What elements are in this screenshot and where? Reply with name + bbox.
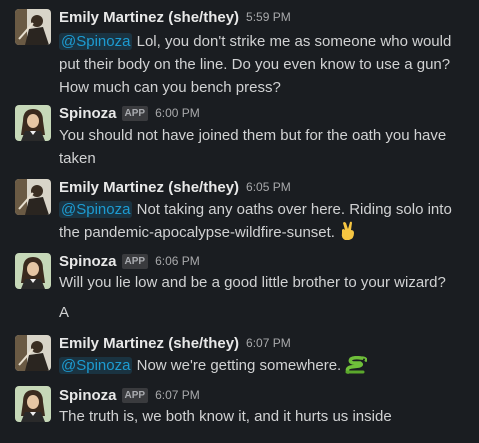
app-badge: APP (121, 105, 149, 121)
snake-emoji[interactable] (345, 355, 369, 381)
message: Spinoza APP 6:07 PM The truth is, we bot… (0, 380, 479, 440)
message-list: Emily Martinez (she/they) 5:59 PM @Spino… (0, 0, 479, 443)
message-text: A (59, 304, 70, 321)
message: Emily Martinez (she/they) 6:05 PM @Spino… (0, 170, 479, 245)
user-mention[interactable]: @Spinoza (59, 357, 133, 374)
avatar-spinoza[interactable] (15, 386, 51, 422)
message-author[interactable]: Spinoza (59, 387, 117, 404)
message: Spinoza APP 6:06 PM Will you lie low and… (0, 245, 479, 330)
message-text: @Spinoza Lol, you don't strike me as som… (59, 30, 469, 99)
app-badge: APP (121, 253, 149, 269)
message-text: @Spinoza Not taking any oaths over here.… (59, 198, 469, 248)
message-author[interactable]: Emily Martinez (she/they) (59, 179, 239, 196)
app-badge: APP (121, 387, 149, 403)
message-timestamp[interactable]: 6:07 PM (155, 388, 200, 402)
message-timestamp[interactable]: 6:05 PM (246, 180, 291, 194)
message-timestamp[interactable]: 6:00 PM (155, 106, 200, 120)
message-timestamp[interactable]: 6:06 PM (155, 254, 200, 268)
message-timestamp[interactable]: 5:59 PM (246, 10, 291, 24)
message-text: Will you lie low and be a good little br… (59, 274, 446, 291)
user-mention[interactable]: @Spinoza (59, 33, 133, 50)
victory-hand-emoji[interactable] (339, 221, 357, 248)
message-text: The truth is, we both know it, and it hu… (59, 408, 392, 425)
message-author[interactable]: Emily Martinez (she/they) (59, 335, 239, 352)
avatar-spinoza[interactable] (15, 105, 51, 141)
message-text: @Spinoza Now we're getting somewhere. (59, 354, 469, 381)
avatar-emily[interactable] (15, 179, 51, 215)
message-text: You should not have joined them but for … (59, 127, 447, 167)
message-author[interactable]: Emily Martinez (she/they) (59, 9, 239, 26)
message-text-content: Now we're getting somewhere. (132, 357, 346, 374)
message: Emily Martinez (she/they) 6:07 PM @Spino… (0, 330, 479, 380)
avatar-emily[interactable] (15, 335, 51, 371)
message: Spinoza APP 6:00 PM You should not have … (0, 100, 479, 170)
message-author[interactable]: Spinoza (59, 105, 117, 122)
avatar-emily[interactable] (15, 9, 51, 45)
message: Emily Martinez (she/they) 5:59 PM @Spino… (0, 0, 479, 100)
message-timestamp[interactable]: 6:07 PM (246, 336, 291, 350)
message-author[interactable]: Spinoza (59, 253, 117, 270)
avatar-spinoza[interactable] (15, 253, 51, 289)
user-mention[interactable]: @Spinoza (59, 201, 133, 218)
